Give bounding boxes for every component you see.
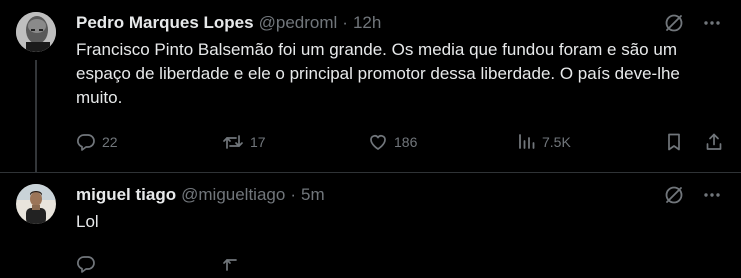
timestamp[interactable]: 5m xyxy=(301,185,325,205)
tweet[interactable]: Pedro Marques Lopes @pedroml · 12h Franc… xyxy=(0,0,741,173)
views-count: 7.5K xyxy=(542,134,571,150)
tweet-header: Pedro Marques Lopes @pedroml · 12h xyxy=(76,12,381,34)
avatar-image xyxy=(16,12,56,52)
author-handle[interactable]: @migueltiago xyxy=(181,185,285,205)
tweet-top-actions xyxy=(663,184,723,206)
repost-count: 17 xyxy=(250,134,266,150)
avatar[interactable] xyxy=(16,12,56,52)
repost-button[interactable]: 17 xyxy=(222,128,266,156)
author-handle[interactable]: @pedroml xyxy=(259,13,338,33)
reply-icon xyxy=(76,132,96,152)
more-icon[interactable] xyxy=(701,184,723,206)
author-name[interactable]: miguel tiago xyxy=(76,185,176,205)
reply-button[interactable]: 22 xyxy=(76,128,118,156)
avatar[interactable] xyxy=(16,184,56,224)
separator: · xyxy=(342,13,348,32)
bookmark-icon xyxy=(664,132,684,152)
tweet-header: miguel tiago @migueltiago · 5m xyxy=(76,184,325,206)
grok-icon[interactable] xyxy=(663,184,685,206)
repost-button[interactable] xyxy=(222,250,244,278)
tweet-top-actions xyxy=(663,12,723,34)
views-button[interactable]: 7.5K xyxy=(516,128,571,156)
like-icon xyxy=(368,132,388,152)
author-name[interactable]: Pedro Marques Lopes xyxy=(76,13,254,33)
like-count: 186 xyxy=(394,134,418,150)
timestamp[interactable]: 12h xyxy=(353,13,381,33)
tweet-actions: 22 17 186 7.5K xyxy=(70,128,730,156)
share-button[interactable] xyxy=(704,128,724,156)
tweet[interactable]: miguel tiago @migueltiago · 5m Lol xyxy=(0,172,741,273)
avatar-image xyxy=(16,184,56,224)
repost-icon xyxy=(222,132,244,152)
reply-count: 22 xyxy=(102,134,118,150)
repost-icon xyxy=(222,254,244,274)
separator: · xyxy=(290,185,296,204)
more-icon[interactable] xyxy=(701,12,723,34)
tweet-actions-partial xyxy=(70,250,730,278)
thread-line xyxy=(35,60,37,172)
tweet-text: Francisco Pinto Balsemão foi um grande. … xyxy=(76,40,680,107)
like-button[interactable]: 186 xyxy=(368,128,417,156)
grok-icon[interactable] xyxy=(663,12,685,34)
reply-icon xyxy=(76,254,96,274)
bookmark-button[interactable] xyxy=(664,128,684,156)
views-icon xyxy=(516,132,536,152)
reply-button[interactable] xyxy=(76,250,96,278)
tweet-text: Lol xyxy=(76,212,99,231)
share-icon xyxy=(704,132,724,152)
